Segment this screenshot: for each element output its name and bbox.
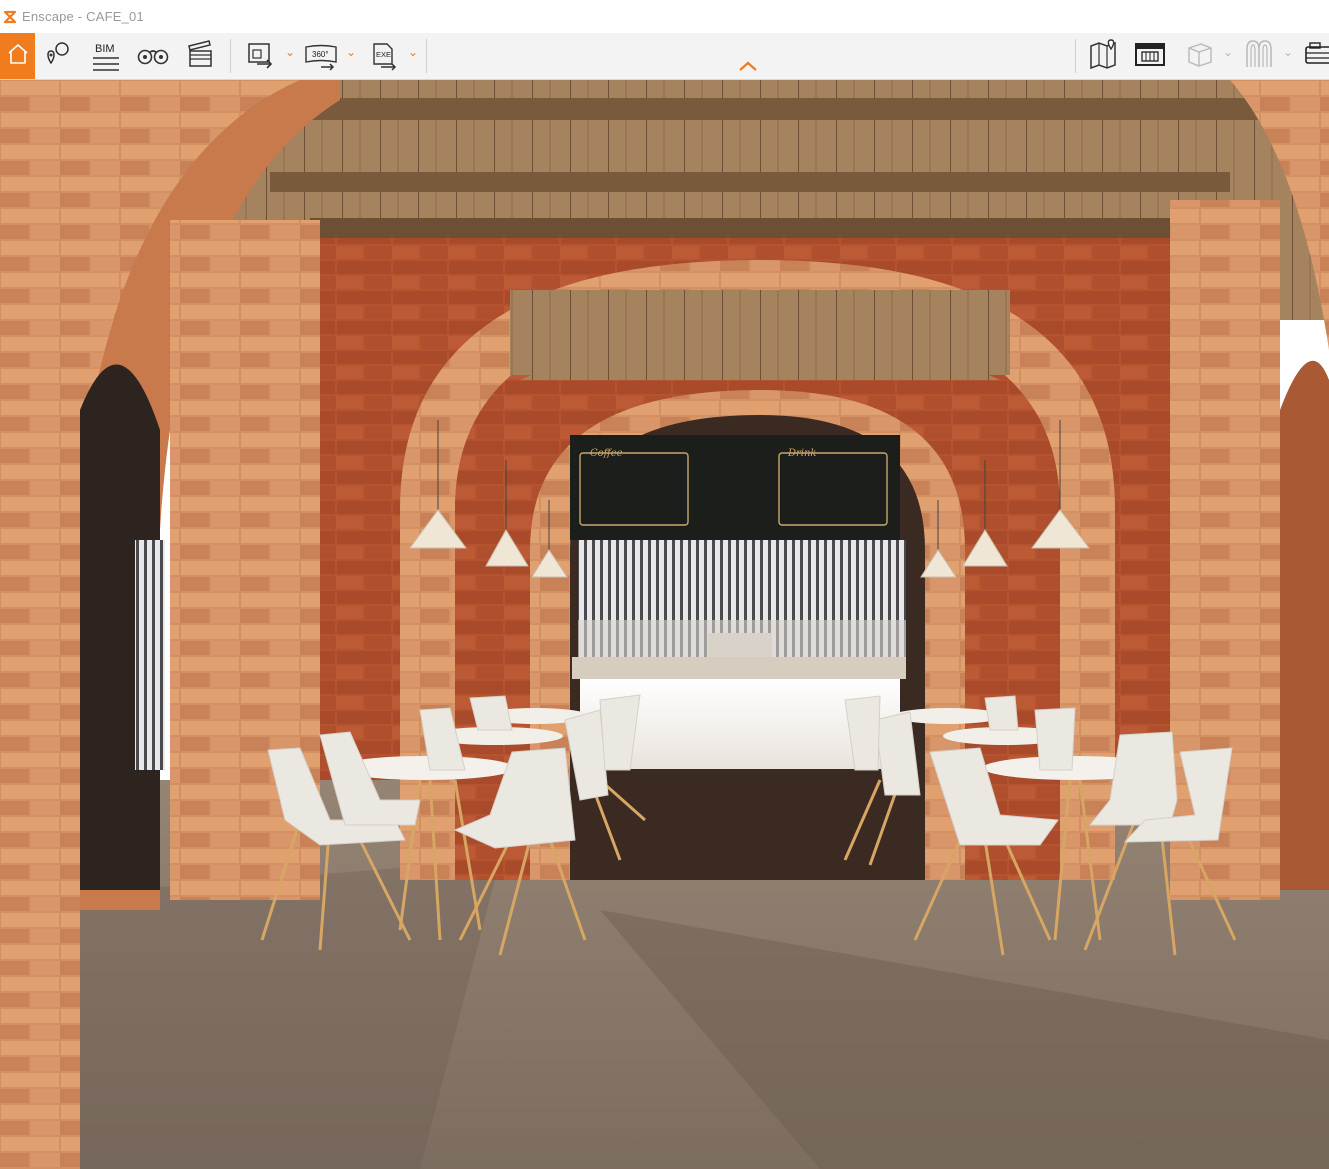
screenshot-button[interactable] xyxy=(1298,33,1329,79)
collapse-toolbar-button[interactable] xyxy=(736,59,760,78)
panorama-export-button[interactable]: 360° xyxy=(299,33,343,79)
render-export-button[interactable] xyxy=(238,33,282,79)
chevron-up-icon xyxy=(739,61,757,71)
main-toolbar: BIM ⌄ 360° ⌄ EXE ⌄ ⌄ ⌄ xyxy=(0,33,1329,80)
toolbar-separator xyxy=(1075,39,1076,73)
chevron-down-icon[interactable]: ⌄ xyxy=(1283,45,1293,59)
exe-export-button[interactable]: EXE xyxy=(362,33,406,79)
toolbar-separator xyxy=(230,39,231,73)
map-button[interactable] xyxy=(1082,33,1126,79)
render-viewport[interactable]: Coffee Drink xyxy=(0,80,1329,1169)
exe-export-icon: EXE xyxy=(373,43,397,71)
chevron-down-icon[interactable]: ⌄ xyxy=(408,45,418,59)
window-title: Enscape - CAFE_01 xyxy=(22,9,144,24)
bim-icon: BIM xyxy=(93,43,119,71)
clapperboard-icon xyxy=(185,38,215,75)
asset-library-button[interactable] xyxy=(1128,33,1172,79)
view-cube-button[interactable] xyxy=(1177,33,1221,79)
title-bar: Enscape - CAFE_01 xyxy=(0,0,1329,33)
menu-board-coffee-label: Coffee xyxy=(590,448,623,459)
binoculars-icon xyxy=(136,39,170,74)
toolbar-separator xyxy=(426,39,427,73)
enscape-logo-icon xyxy=(2,9,18,25)
cube-icon xyxy=(1183,38,1215,75)
map-location-icon xyxy=(1087,37,1121,76)
menu-board-drink-label: Drink xyxy=(787,448,817,459)
binoculars-button[interactable] xyxy=(131,33,175,79)
asset-library-icon xyxy=(1133,39,1167,74)
chevron-down-icon[interactable]: ⌄ xyxy=(1223,45,1233,59)
svg-text:EXE: EXE xyxy=(376,50,391,59)
chevron-down-icon[interactable]: ⌄ xyxy=(346,45,356,59)
panorama-360-icon: 360° xyxy=(305,44,337,71)
settings-button[interactable] xyxy=(1237,33,1281,79)
views-button[interactable] xyxy=(36,33,80,79)
home-button[interactable] xyxy=(0,33,35,79)
svg-text:BIM: BIM xyxy=(95,43,115,55)
camera-icon xyxy=(1298,39,1329,74)
chevron-down-icon[interactable]: ⌄ xyxy=(285,45,295,59)
scene-render: Coffee Drink xyxy=(0,80,1329,1169)
svg-text:360°: 360° xyxy=(312,50,329,59)
video-editor-button[interactable] xyxy=(178,33,222,79)
settings-icon xyxy=(1242,37,1276,76)
map-pin-icon xyxy=(43,39,73,74)
bim-button[interactable]: BIM xyxy=(82,33,126,79)
house-icon xyxy=(6,42,30,71)
image-export-icon xyxy=(243,38,277,75)
